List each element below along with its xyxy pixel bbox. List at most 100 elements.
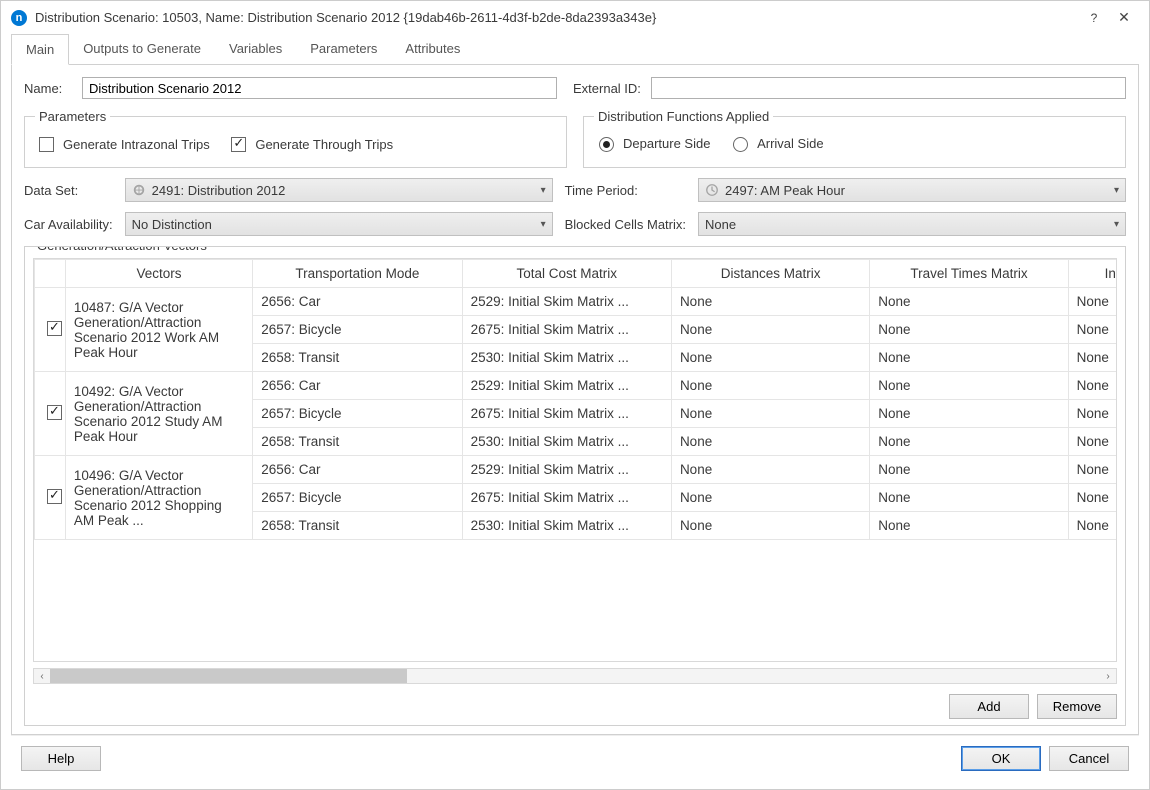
cell-cost[interactable]: 2529: Initial Skim Matrix ...	[462, 372, 671, 400]
vector-checkbox[interactable]	[47, 489, 62, 504]
dataset-icon	[132, 183, 146, 197]
cell-cost[interactable]: 2529: Initial Skim Matrix ...	[462, 288, 671, 316]
cell-tt[interactable]: None	[870, 512, 1068, 540]
cell-mode[interactable]: 2656: Car	[253, 288, 462, 316]
ok-button[interactable]: OK	[961, 746, 1041, 771]
blocked-cells-combo[interactable]: None ▾	[698, 212, 1126, 236]
cell-tt[interactable]: None	[870, 484, 1068, 512]
cell-cost[interactable]: 2530: Initial Skim Matrix ...	[462, 344, 671, 372]
cell-ivt[interactable]: None	[1068, 456, 1117, 484]
chevron-down-icon: ▾	[541, 219, 546, 230]
cell-cost[interactable]: 2675: Initial Skim Matrix ...	[462, 316, 671, 344]
cell-dist[interactable]: None	[671, 344, 869, 372]
cell-cost[interactable]: 2530: Initial Skim Matrix ...	[462, 512, 671, 540]
time-period-label: Time Period:	[565, 183, 686, 198]
cell-dist[interactable]: None	[671, 316, 869, 344]
cell-ivt[interactable]: None	[1068, 400, 1117, 428]
horizontal-scrollbar[interactable]: ‹ ›	[33, 668, 1117, 684]
help-icon[interactable]: ?	[1079, 11, 1109, 25]
cell-dist[interactable]: None	[671, 512, 869, 540]
column-header[interactable]: In-Vehicle Time	[1068, 260, 1117, 288]
cell-mode[interactable]: 2657: Bicycle	[253, 400, 462, 428]
vector-checkbox[interactable]	[47, 405, 62, 420]
gen-intrazonal-checkbox-label[interactable]: Generate Intrazonal Trips	[35, 134, 210, 155]
column-header[interactable]: Total Cost Matrix	[462, 260, 671, 288]
cell-tt[interactable]: None	[870, 456, 1068, 484]
cell-mode[interactable]: 2657: Bicycle	[253, 316, 462, 344]
cell-mode[interactable]: 2656: Car	[253, 456, 462, 484]
gen-through-checkbox[interactable]	[231, 137, 246, 152]
blocked-cells-label: Blocked Cells Matrix:	[565, 217, 686, 232]
cell-tt[interactable]: None	[870, 428, 1068, 456]
cell-mode[interactable]: 2658: Transit	[253, 344, 462, 372]
cell-dist[interactable]: None	[671, 288, 869, 316]
add-button[interactable]: Add	[949, 694, 1029, 719]
cell-tt[interactable]: None	[870, 316, 1068, 344]
cell-tt[interactable]: None	[870, 288, 1068, 316]
cell-mode[interactable]: 2657: Bicycle	[253, 484, 462, 512]
cell-cost[interactable]: 2675: Initial Skim Matrix ...	[462, 484, 671, 512]
cell-ivt[interactable]: None	[1068, 316, 1117, 344]
chevron-down-icon: ▾	[541, 185, 546, 196]
name-input[interactable]	[82, 77, 557, 99]
tab-variables[interactable]: Variables	[215, 34, 296, 64]
arrival-side-radio[interactable]	[733, 137, 748, 152]
cell-dist[interactable]: None	[671, 484, 869, 512]
column-header[interactable]: Travel Times Matrix	[870, 260, 1068, 288]
table-row[interactable]: 10492: G/A Vector Generation/Attraction …	[35, 372, 1118, 400]
blocked-cells-value: None	[705, 217, 1114, 232]
table-row[interactable]: 10496: G/A Vector Generation/Attraction …	[35, 456, 1118, 484]
gen-intrazonal-checkbox[interactable]	[39, 137, 54, 152]
cell-dist[interactable]: None	[671, 428, 869, 456]
arrival-side-radio-label[interactable]: Arrival Side	[728, 134, 823, 152]
tab-outputs-to-generate[interactable]: Outputs to Generate	[69, 34, 215, 64]
cell-dist[interactable]: None	[671, 456, 869, 484]
tab-parameters[interactable]: Parameters	[296, 34, 391, 64]
scroll-left-icon[interactable]: ‹	[34, 671, 50, 682]
close-icon[interactable]: ✕	[1109, 9, 1139, 26]
cell-tt[interactable]: None	[870, 400, 1068, 428]
dialog-window: n Distribution Scenario: 10503, Name: Di…	[0, 0, 1150, 790]
cell-mode[interactable]: 2658: Transit	[253, 512, 462, 540]
help-button[interactable]: Help	[21, 746, 101, 771]
cell-ivt[interactable]: None	[1068, 288, 1117, 316]
cell-cost[interactable]: 2529: Initial Skim Matrix ...	[462, 456, 671, 484]
table-row[interactable]: 10487: G/A Vector Generation/Attraction …	[35, 288, 1118, 316]
cell-mode[interactable]: 2656: Car	[253, 372, 462, 400]
remove-button[interactable]: Remove	[1037, 694, 1117, 719]
cell-tt[interactable]: None	[870, 372, 1068, 400]
cell-cost[interactable]: 2530: Initial Skim Matrix ...	[462, 428, 671, 456]
external-id-input[interactable]	[651, 77, 1126, 99]
scroll-thumb[interactable]	[50, 669, 407, 683]
tab-attributes[interactable]: Attributes	[391, 34, 474, 64]
departure-side-radio-label[interactable]: Departure Side	[594, 134, 710, 152]
time-period-combo[interactable]: 2497: AM Peak Hour ▾	[698, 178, 1126, 202]
cell-cost[interactable]: 2675: Initial Skim Matrix ...	[462, 400, 671, 428]
cancel-button[interactable]: Cancel	[1049, 746, 1129, 771]
cell-ivt[interactable]: None	[1068, 372, 1117, 400]
cell-ivt[interactable]: None	[1068, 428, 1117, 456]
time-period-value: 2497: AM Peak Hour	[725, 183, 1114, 198]
car-availability-combo[interactable]: No Distinction ▾	[125, 212, 553, 236]
cell-ivt[interactable]: None	[1068, 512, 1117, 540]
table-buttons: Add Remove	[25, 694, 1125, 725]
cell-ivt[interactable]: None	[1068, 484, 1117, 512]
scroll-track[interactable]	[50, 669, 1100, 683]
gen-through-checkbox-label[interactable]: Generate Through Trips	[227, 134, 393, 155]
bottom-bar: Help OK Cancel	[11, 735, 1139, 781]
data-set-combo[interactable]: 2491: Distribution 2012 ▾	[125, 178, 553, 202]
cell-dist[interactable]: None	[671, 372, 869, 400]
cell-ivt[interactable]: None	[1068, 344, 1117, 372]
scroll-right-icon[interactable]: ›	[1100, 671, 1116, 682]
tab-main[interactable]: Main	[11, 34, 69, 65]
column-header[interactable]: Distances Matrix	[671, 260, 869, 288]
vectors-table-wrap[interactable]: VectorsTransportation ModeTotal Cost Mat…	[33, 258, 1117, 662]
column-header[interactable]: Vectors	[65, 260, 252, 288]
cell-mode[interactable]: 2658: Transit	[253, 428, 462, 456]
cell-tt[interactable]: None	[870, 344, 1068, 372]
cell-dist[interactable]: None	[671, 400, 869, 428]
name-row: Name: External ID:	[24, 77, 1126, 99]
column-header[interactable]: Transportation Mode	[253, 260, 462, 288]
vector-checkbox[interactable]	[47, 321, 62, 336]
departure-side-radio[interactable]	[599, 137, 614, 152]
